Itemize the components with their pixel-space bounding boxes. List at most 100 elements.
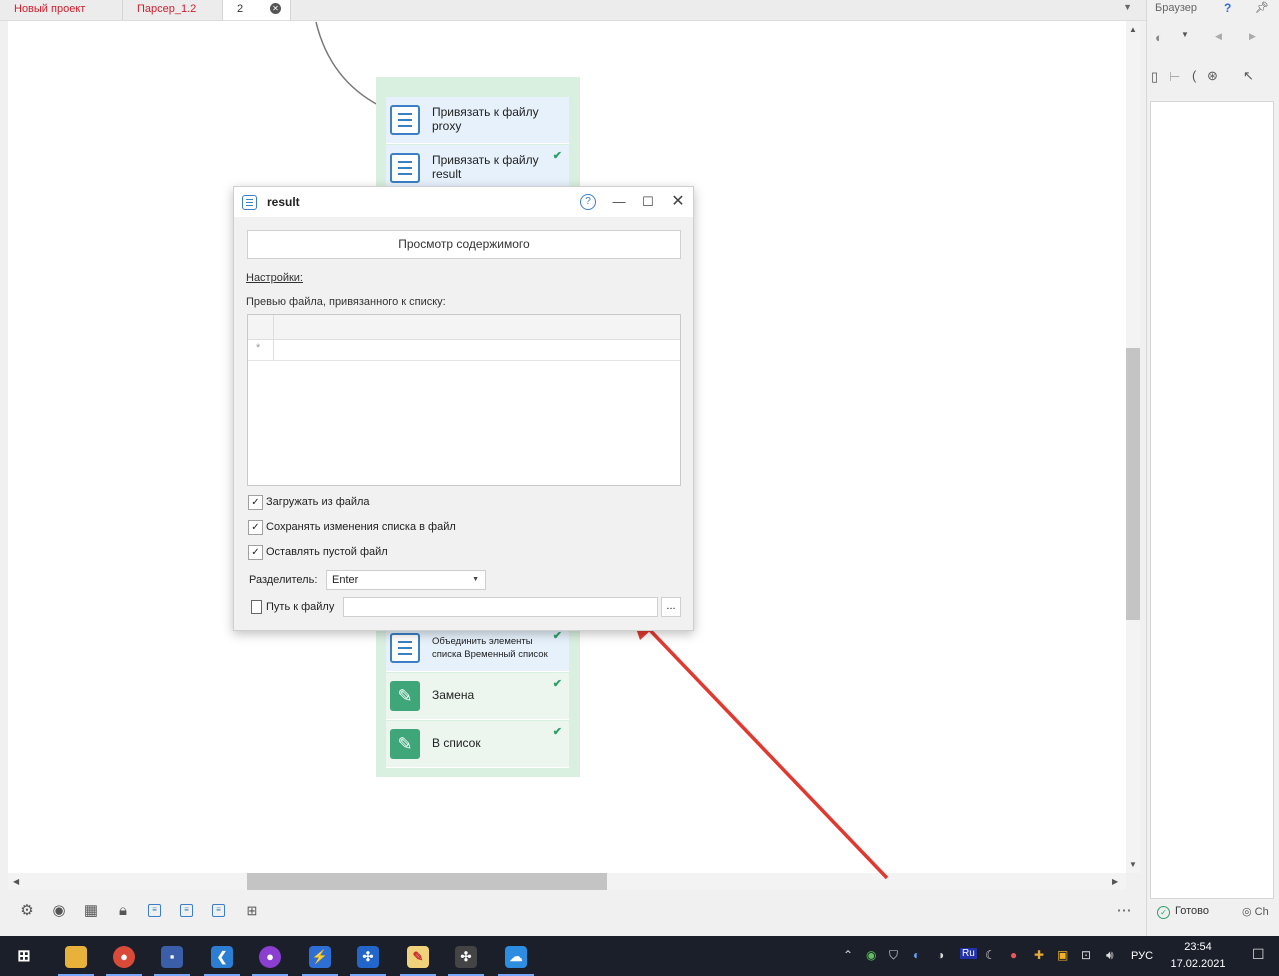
tray-ru-icon[interactable]: Ru [960,948,977,959]
zenno-icon: ✣ [455,946,477,968]
chevron-down-icon[interactable]: ▼ [1181,30,1189,39]
volume-icon[interactable]: 🔊︎ [1106,948,1114,963]
browse-button[interactable]: ... [661,597,681,617]
taskbar-notepad[interactable]: ✎ [394,940,442,976]
red-annotation-arrow [644,624,889,880]
maximize-icon[interactable]: ☐ [639,193,657,211]
taskbar-vscode[interactable]: ❮ [198,940,246,976]
split-icon[interactable]: ⊢ [1169,69,1180,85]
node-label: В список [432,736,481,750]
dialog-title: result [267,195,300,209]
pencil-icon: ✎ [390,729,420,759]
close-icon[interactable]: ✕ [669,193,687,211]
help-icon[interactable]: ? [580,194,596,210]
shield-icon[interactable]: ⛉ [889,948,898,963]
list-icon [390,105,420,135]
windows-icon: ⊞ [17,948,31,965]
file-preview-grid[interactable]: * [247,314,681,486]
floppy-icon: ▪ [161,946,183,968]
gear-icon[interactable]: ⚙ [18,902,36,920]
checkbox-label: Загружать из файла [266,496,370,508]
node-bind-proxy[interactable]: Привязать к файлу proxy [386,97,569,144]
checkbox-label: Сохранять изменения списка в файл [266,521,456,533]
cloud-icon: ☁ [505,946,527,968]
page-icon[interactable]: ▯ [1151,69,1158,85]
reload-icon[interactable]: ( [1192,68,1196,83]
tray-app-icon[interactable]: ◑ [937,948,944,962]
load-from-file-checkbox[interactable]: ✓ [248,495,263,510]
node-bind-result[interactable]: Привязать к файлу result ✔ [386,145,569,192]
help-icon[interactable]: ? [1224,1,1231,15]
list-icon[interactable]: ≡ [212,904,225,917]
firefox-icon: ● [259,946,281,968]
minimize-icon[interactable]: — [610,193,628,211]
more-icon[interactable]: ⋯ [1115,902,1133,920]
settings-link[interactable]: Настройки: [246,272,303,284]
pin-icon[interactable]: 📌︎ [1255,1,1269,14]
list-icon [390,633,420,663]
cursor-icon[interactable]: ↖ [1243,68,1254,84]
browser-name: Ch [1254,906,1269,918]
separator-select[interactable]: Enter ▼ [326,570,486,590]
tray-app-icon[interactable]: ✚ [1034,948,1044,962]
browser-view[interactable] [1150,101,1274,899]
separator-value: Enter [332,574,359,586]
check-icon: ✔ [552,678,562,690]
notepad-icon: ✎ [407,946,429,968]
zenno-icon: ✣ [357,946,379,968]
notifications-icon[interactable]: ☐ [1252,946,1265,963]
list-icon[interactable]: ≡ [148,904,161,917]
show-hidden-icons-icon[interactable]: ⌃ [843,948,853,962]
taskbar-zennoposter[interactable]: ✣ [344,940,392,976]
tray-app-icon[interactable]: ◉ [866,948,876,962]
grid-icon[interactable]: ▦ [82,902,100,920]
taskbar-app-6[interactable]: ⚡ [296,940,344,976]
keep-empty-file-checkbox[interactable]: ✓ [248,545,263,560]
add-icon[interactable]: ⊞ [243,902,261,920]
user-icon[interactable]: ◉ [50,902,68,920]
tray-app-icon[interactable]: ☾ [985,948,996,962]
grid-row-header-separator [273,315,274,360]
taskbar-explorer[interactable] [52,940,100,976]
file-path-input[interactable] [343,597,658,617]
panel-title: Браузер [1155,2,1197,14]
settings-globe-icon[interactable]: ⊛ [1207,68,1218,84]
dialog-titlebar[interactable]: result ? — ☐ ✕ [234,187,693,217]
taskbar-save-app[interactable]: ▪ [148,940,196,976]
folder-icon [65,946,87,968]
back-icon[interactable]: ◀ [1215,31,1222,42]
view-content-button[interactable]: Просмотр содержимого [247,230,681,259]
new-row-marker: * [256,342,261,354]
grid-new-row[interactable] [248,339,680,361]
network-icon[interactable]: ⊡ [1081,948,1091,962]
list-icon[interactable]: ≡ [180,904,193,917]
tray-app-icon[interactable]: ● [1010,948,1017,962]
preview-label: Превью файла, привязанного к списку: [246,296,446,308]
tray-app-icon[interactable]: ▣ [1057,948,1068,962]
browser-status: ◎ Ch [1242,906,1269,918]
node-merge-list[interactable]: Объединить элементы списка Временный спи… [386,625,569,672]
path-label: Путь к файлу [266,601,335,613]
check-icon: ✔ [552,726,562,738]
node-label: Привязать к файлу proxy [432,105,539,133]
save-changes-checkbox[interactable]: ✓ [248,520,263,535]
node-to-list[interactable]: ✎ В список ✔ [386,721,569,768]
ready-check-icon: ✓ [1157,906,1170,919]
vscode-icon: ❮ [211,946,233,968]
file-icon [251,600,262,614]
clock-date[interactable]: 17.02.2021 [1165,958,1231,970]
tray-app-icon[interactable]: ◐ [913,948,920,962]
taskbar-firefox[interactable]: ● [246,940,294,976]
globe-icon[interactable]: ◐ [1155,30,1163,45]
lock-icon[interactable]: 🔒︎ [114,902,132,920]
language-indicator[interactable]: РУС [1131,950,1153,962]
taskbar-zenno-2[interactable]: ✣ [442,940,490,976]
checkbox-label: Оставлять пустой файл [266,546,388,558]
chrome-icon: ● [113,946,135,968]
node-replace[interactable]: ✎ Замена ✔ [386,673,569,720]
clock-time[interactable]: 23:54 [1168,941,1228,953]
start-button[interactable]: ⊞ [0,940,48,976]
forward-icon[interactable]: ▶ [1249,31,1256,42]
taskbar-chrome[interactable]: ● [100,940,148,976]
taskbar-app-10[interactable]: ☁ [492,940,540,976]
